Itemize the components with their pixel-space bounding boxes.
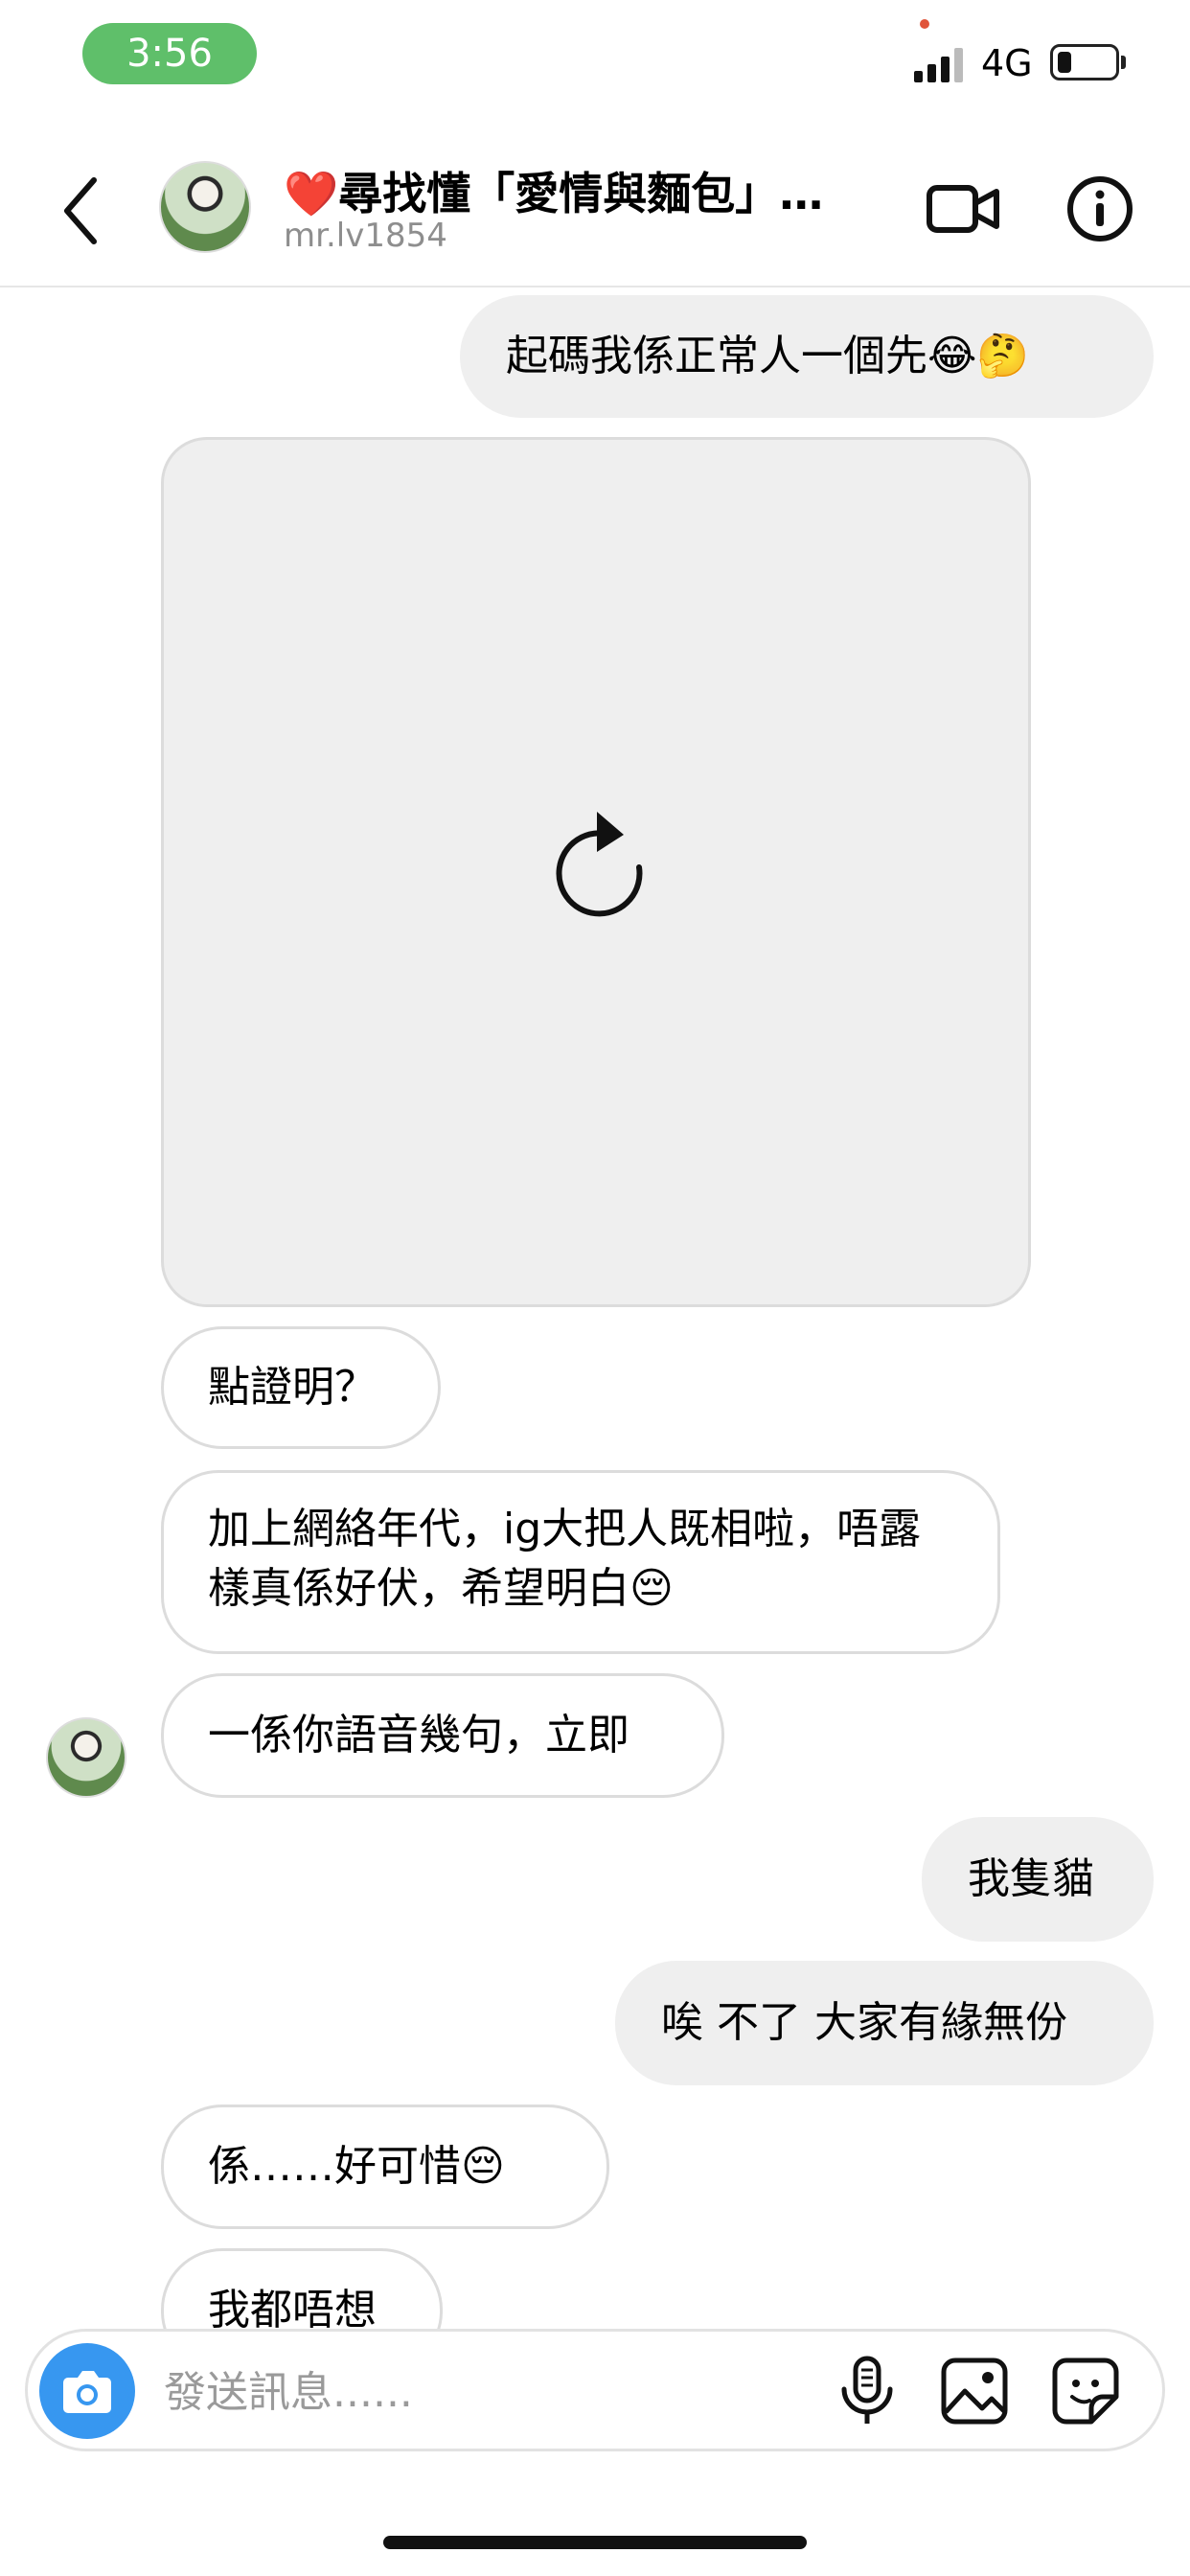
- media-attachment[interactable]: [161, 437, 1031, 1307]
- avatar[interactable]: [46, 1717, 126, 1798]
- message-text: 加上網絡年代，ig大把人既相啦，唔露樣真係好伏，希望明白😔: [208, 1505, 922, 1613]
- microphone-icon[interactable]: [829, 2353, 905, 2429]
- gallery-icon[interactable]: [936, 2353, 1013, 2429]
- network-type: 4G: [981, 42, 1033, 84]
- message-text: 唉 不了 大家有緣無份: [661, 1998, 1067, 2047]
- status-time: 3:56: [82, 23, 257, 84]
- message-text: 點證明？: [208, 1363, 377, 1412]
- message-bubble-sent[interactable]: 起碼我係正常人一個先😂🤔: [460, 295, 1154, 418]
- cellular-signal-icon: [914, 48, 963, 82]
- message-text: 起碼我係正常人一個先😂🤔: [506, 332, 1030, 380]
- message-bubble-sent[interactable]: 我隻貓: [922, 1817, 1154, 1942]
- conversation-username[interactable]: mr.lv1854: [284, 217, 447, 255]
- reload-icon[interactable]: [543, 808, 654, 919]
- message-bubble-received[interactable]: 點證明？: [161, 1326, 441, 1449]
- avatar[interactable]: [159, 161, 251, 253]
- camera-button[interactable]: [39, 2343, 135, 2439]
- message-bubble-received[interactable]: 一係你語音幾句，立即: [161, 1673, 724, 1798]
- recording-indicator-dot: [920, 19, 929, 29]
- message-text: 一係你語音幾句，立即: [208, 1711, 629, 1760]
- home-indicator[interactable]: [383, 2536, 807, 2549]
- video-camera-icon[interactable]: [926, 174, 1000, 243]
- camera-icon: [63, 2371, 111, 2413]
- message-bubble-sent[interactable]: 唉 不了 大家有緣無份: [615, 1961, 1154, 2085]
- status-bar: 3:56 4G: [0, 0, 1190, 125]
- chat-header: ❤️尋找懂「愛情與麵包」… mr.lv1854: [0, 134, 1190, 288]
- message-input[interactable]: [162, 2355, 817, 2429]
- battery-icon: [1050, 44, 1119, 80]
- message-text: 係……好可惜😔: [208, 2142, 505, 2191]
- chevron-left-icon[interactable]: [57, 172, 105, 249]
- message-text: 我都唔想: [208, 2286, 377, 2334]
- sticker-icon[interactable]: [1047, 2353, 1124, 2429]
- message-bubble-received[interactable]: 加上網絡年代，ig大把人既相啦，唔露樣真係好伏，希望明白😔: [161, 1470, 1000, 1654]
- battery-nub: [1121, 56, 1126, 69]
- message-bubble-received[interactable]: 係……好可惜😔: [161, 2104, 609, 2229]
- message-composer: [25, 2329, 1165, 2451]
- message-text: 我隻貓: [968, 1854, 1094, 1903]
- conversation-title[interactable]: ❤️尋找懂「愛情與麵包」…: [284, 159, 897, 222]
- info-icon[interactable]: [1065, 174, 1134, 243]
